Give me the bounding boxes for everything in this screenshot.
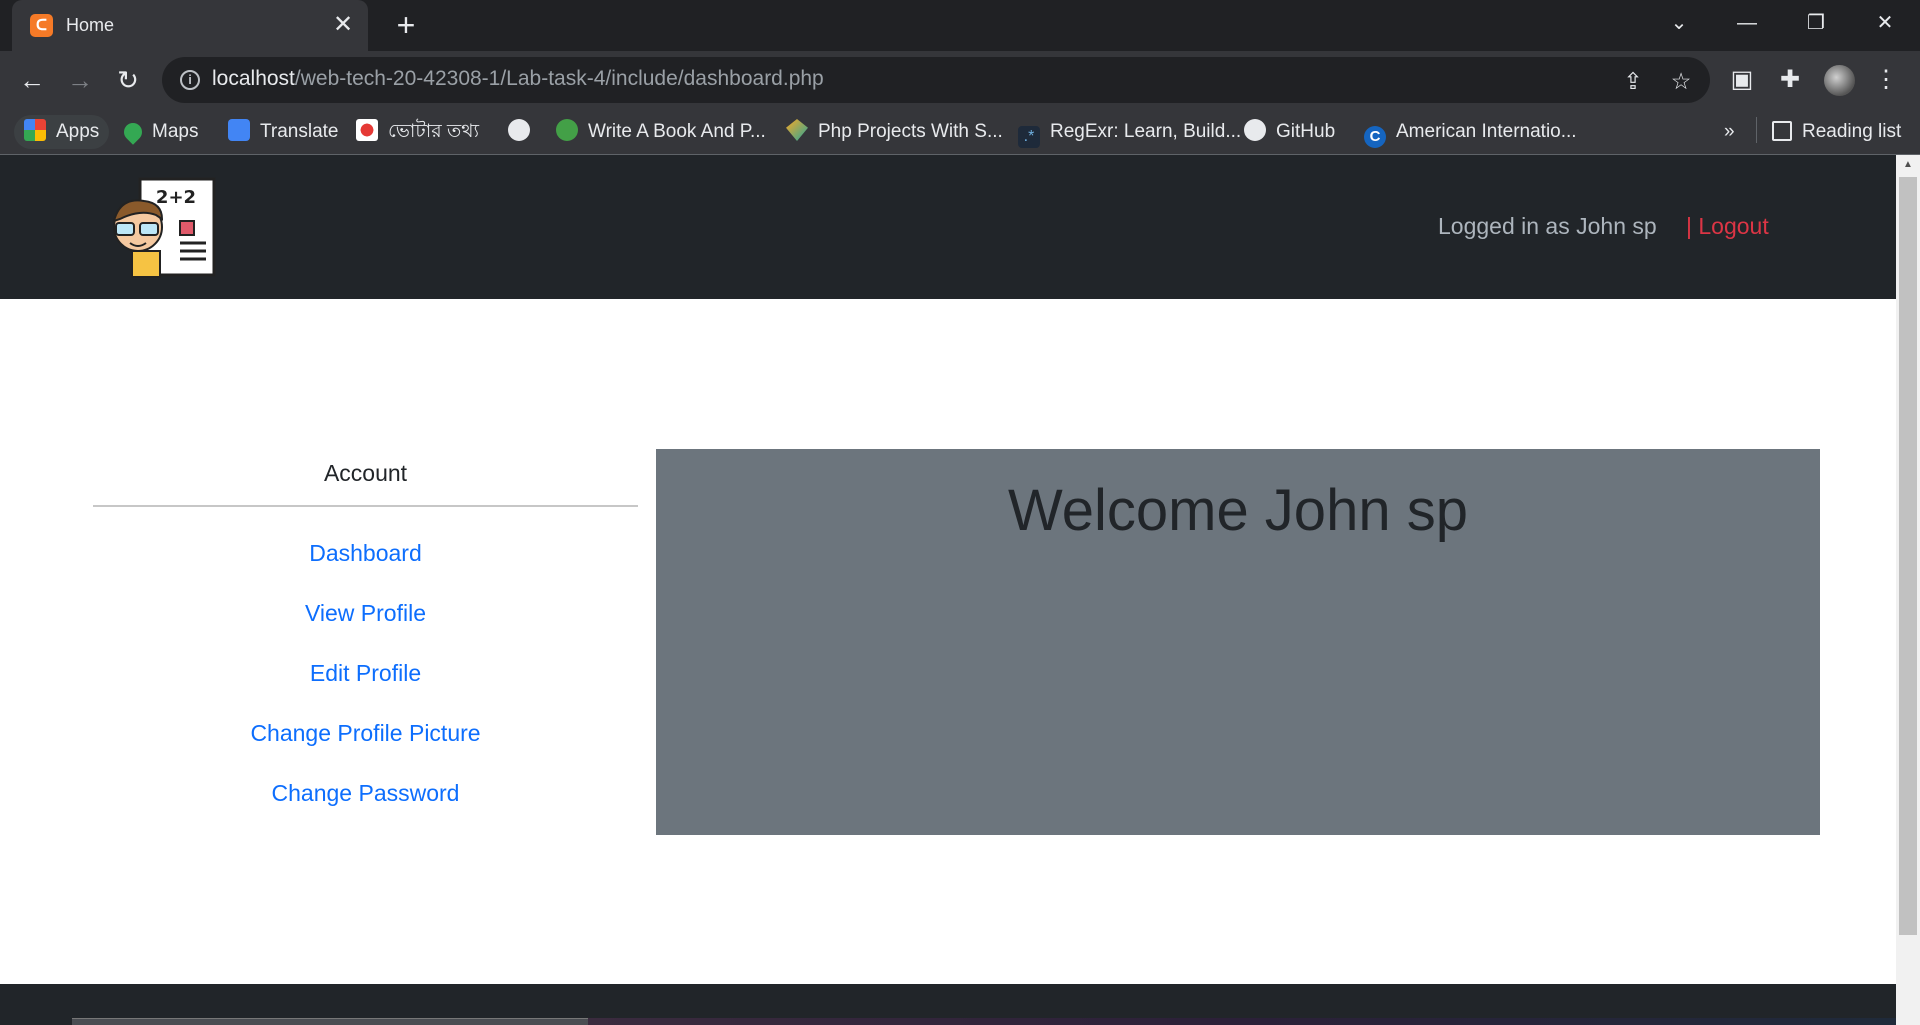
php-projects-icon xyxy=(786,119,808,141)
svg-text:2+2: 2+2 xyxy=(156,187,196,208)
bookmark-maps[interactable]: Maps xyxy=(120,115,198,149)
sidebar-title: Account xyxy=(323,460,408,486)
extensions-puzzle-icon[interactable]: ✚ xyxy=(1772,62,1808,98)
globe-icon xyxy=(508,119,530,141)
share-icon[interactable]: ⇪ xyxy=(1618,66,1648,96)
tab-title: Home xyxy=(66,15,115,35)
bookmarks-separator xyxy=(1756,117,1757,143)
page-scrollbar[interactable]: ▲ xyxy=(1896,155,1920,1025)
tab-strip: ᑕ Home ✕ + ⌄ — ❐ ✕ xyxy=(0,0,1920,51)
bookmark-php-projects[interactable]: Php Projects With S... xyxy=(786,115,1003,149)
forward-arrow-icon[interactable]: → xyxy=(62,62,98,98)
view-profile-link[interactable]: View Profile xyxy=(93,593,638,653)
bookmark-star-icon[interactable]: ☆ xyxy=(1666,66,1696,96)
new-tab-button[interactable]: + xyxy=(390,9,422,42)
browser-chrome: ᑕ Home ✕ + ⌄ — ❐ ✕ ← → ↻ i localhost/web… xyxy=(0,0,1920,155)
bookmarks-overflow-button[interactable]: » xyxy=(1724,115,1735,149)
url-text[interactable]: localhost/web-tech-20-42308-1/Lab-task-4… xyxy=(212,67,824,91)
url-path: /web-tech-20-42308-1/Lab-task-4/include/… xyxy=(294,67,824,90)
reading-list-button[interactable]: Reading list xyxy=(1772,115,1901,149)
screen-capture-extension-icon[interactable]: ▣ xyxy=(1724,62,1760,98)
tab-close-icon[interactable]: ✕ xyxy=(328,10,358,40)
account-sidebar: Account Dashboard View Profile Edit Prof… xyxy=(93,453,638,833)
logged-in-user-text: Logged in as John sp xyxy=(1438,213,1657,239)
browser-tab-home[interactable]: ᑕ Home ✕ xyxy=(12,0,368,51)
sidebar-divider xyxy=(93,505,638,507)
github-icon xyxy=(1244,119,1266,141)
bookmark-apps[interactable]: Apps xyxy=(14,115,110,149)
bookmark-translate[interactable]: Translate xyxy=(228,115,339,149)
change-profile-picture-link[interactable]: Change Profile Picture xyxy=(93,713,638,773)
bookmark-github[interactable]: GitHub xyxy=(1244,115,1335,149)
minimize-button[interactable]: — xyxy=(1724,6,1770,40)
scroll-thumb[interactable] xyxy=(1899,177,1917,935)
regexr-icon: .* xyxy=(1018,126,1040,148)
logout-link[interactable]: | Logout xyxy=(1686,213,1769,240)
restore-button[interactable]: ❐ xyxy=(1793,6,1839,40)
site-info-icon[interactable]: i xyxy=(180,70,200,90)
aiub-icon: C xyxy=(1364,126,1386,148)
bookmark-write-book[interactable]: Write A Book And P... xyxy=(556,115,766,149)
footer-strip xyxy=(72,1018,588,1025)
edit-profile-link[interactable]: Edit Profile xyxy=(93,653,638,713)
welcome-panel: Welcome John sp xyxy=(656,449,1820,835)
reload-icon[interactable]: ↻ xyxy=(110,62,146,98)
teacher-logo-icon: 2+2 xyxy=(112,177,216,278)
bookmark-globe[interactable] xyxy=(508,115,540,149)
change-password-link[interactable]: Change Password xyxy=(93,773,638,833)
scroll-up-arrow-icon[interactable]: ▲ xyxy=(1896,155,1920,175)
profile-avatar[interactable] xyxy=(1824,65,1855,96)
write-book-icon xyxy=(556,119,578,141)
bookmarks-bar: Apps Maps Translate ভোটার তথ্য Write A B… xyxy=(0,109,1920,155)
maps-icon xyxy=(120,119,146,145)
dashboard-link[interactable]: Dashboard xyxy=(93,533,638,593)
tab-search-chevron-icon[interactable]: ⌄ xyxy=(1656,6,1702,40)
url-host: localhost xyxy=(212,67,295,90)
bookmark-aiub[interactable]: C American Internatio... xyxy=(1364,115,1577,149)
address-bar[interactable]: i localhost/web-tech-20-42308-1/Lab-task… xyxy=(162,57,1710,103)
translate-icon xyxy=(228,119,250,141)
window-close-button[interactable]: ✕ xyxy=(1862,6,1908,40)
election-commission-icon xyxy=(356,119,378,141)
site-navbar: 2+2 Logged in as John sp | Logout xyxy=(0,155,1896,299)
bookmark-voter-info[interactable]: ভোটার তথ্য xyxy=(356,115,479,149)
page-viewport: 2+2 Logged in as John sp | Logout Accoun… xyxy=(0,155,1896,1025)
welcome-heading: Welcome John sp xyxy=(1008,478,1468,543)
bookmark-regexr[interactable]: .* RegExr: Learn, Build... xyxy=(1018,115,1241,149)
browser-toolbar: ← → ↻ i localhost/web-tech-20-42308-1/La… xyxy=(0,51,1920,109)
back-arrow-icon[interactable]: ← xyxy=(14,62,50,98)
reading-list-icon xyxy=(1772,121,1792,141)
chrome-menu-icon[interactable]: ⋮ xyxy=(1868,62,1904,98)
xampp-favicon-icon: ᑕ xyxy=(30,14,53,37)
footer-strip-gradient xyxy=(588,1018,1896,1025)
apps-grid-icon xyxy=(24,119,46,141)
